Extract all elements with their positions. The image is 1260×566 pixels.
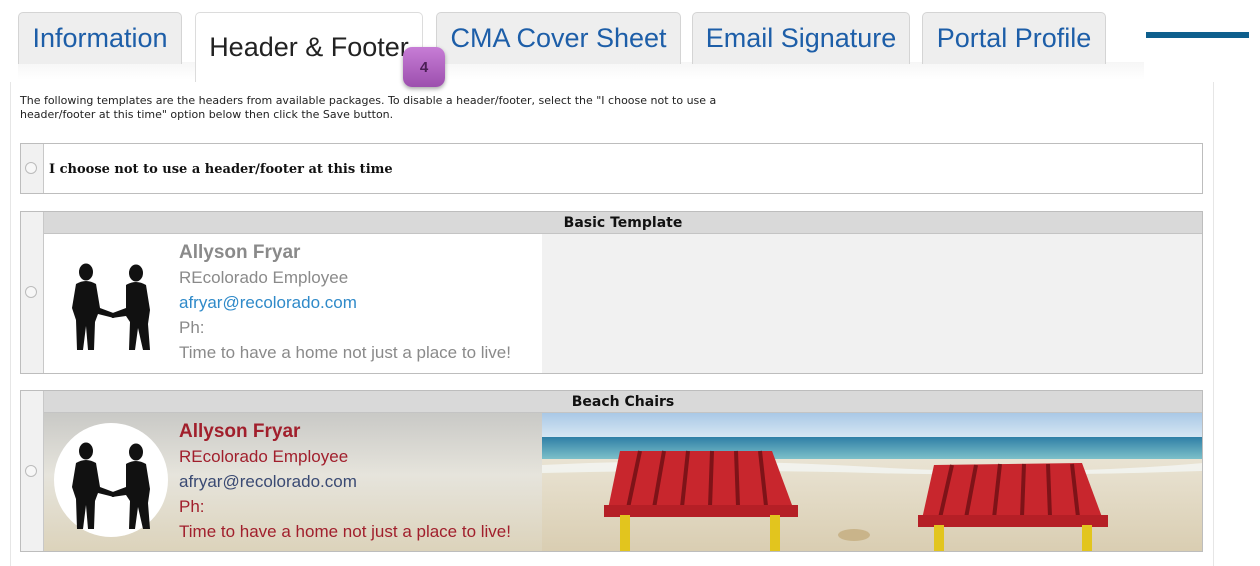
- agent-phone: Ph:: [179, 497, 205, 516]
- basic-contact-info: Allyson Fryar REcolorado Employee afryar…: [179, 240, 511, 365]
- template-beach-radio[interactable]: [25, 465, 37, 477]
- beach-contact-info: Allyson Fryar REcolorado Employee afryar…: [179, 419, 511, 544]
- accent-line: [1146, 32, 1249, 38]
- agent-email-link[interactable]: afryar@recolorado.com: [179, 469, 511, 494]
- agent-phone: Ph:: [179, 318, 205, 337]
- radio-column: [21, 144, 44, 193]
- agent-tagline: Time to have a home not just a place to …: [179, 343, 511, 362]
- handshake-silhouette-icon: [72, 263, 150, 350]
- template-basic[interactable]: Basic Template Allyson Fryar REcolorado …: [20, 211, 1203, 374]
- agent-email-link[interactable]: afryar@recolorado.com: [179, 290, 511, 315]
- agent-tagline: Time to have a home not just a place to …: [179, 522, 511, 541]
- template-beach-preview: Allyson Fryar REcolorado Employee afryar…: [44, 413, 1202, 551]
- template-basic-title: Basic Template: [44, 212, 1202, 234]
- intro-text: The following templates are the headers …: [20, 94, 717, 121]
- beach-chairs-photo: [542, 413, 1202, 551]
- tab-information[interactable]: Information: [18, 12, 182, 64]
- tab-bar-shadow: [18, 62, 1144, 80]
- agent-role: REcolorado Employee: [179, 268, 349, 287]
- beach-chairs-image: [542, 413, 1202, 551]
- tab-cma-cover-sheet[interactable]: CMA Cover Sheet: [436, 12, 681, 64]
- opt-out-label: I choose not to use a header/footer at t…: [49, 162, 393, 177]
- agent-name: Allyson Fryar: [179, 421, 301, 442]
- tab-bar: Information Header & Footer CMA Cover Sh…: [0, 0, 1260, 82]
- tab-header-footer[interactable]: Header & Footer: [195, 12, 423, 82]
- template-basic-preview: Allyson Fryar REcolorado Employee afryar…: [44, 234, 1202, 373]
- handshake-silhouette-icon: [72, 442, 150, 529]
- step-badge: 4: [403, 47, 445, 87]
- radio-column: [21, 391, 44, 551]
- template-basic-radio[interactable]: [25, 286, 37, 298]
- tab-email-signature[interactable]: Email Signature: [692, 12, 910, 64]
- template-beach-chairs[interactable]: Beach Chairs Allyson Fryar REcolorado Em…: [20, 390, 1203, 552]
- template-beach-title: Beach Chairs: [44, 391, 1202, 413]
- radio-column: [21, 212, 44, 373]
- agent-role: REcolorado Employee: [179, 447, 349, 466]
- tab-portal-profile[interactable]: Portal Profile: [922, 12, 1106, 64]
- opt-out-row[interactable]: I choose not to use a header/footer at t…: [20, 143, 1203, 194]
- agent-name: Allyson Fryar: [179, 242, 301, 263]
- opt-out-radio[interactable]: [25, 162, 37, 174]
